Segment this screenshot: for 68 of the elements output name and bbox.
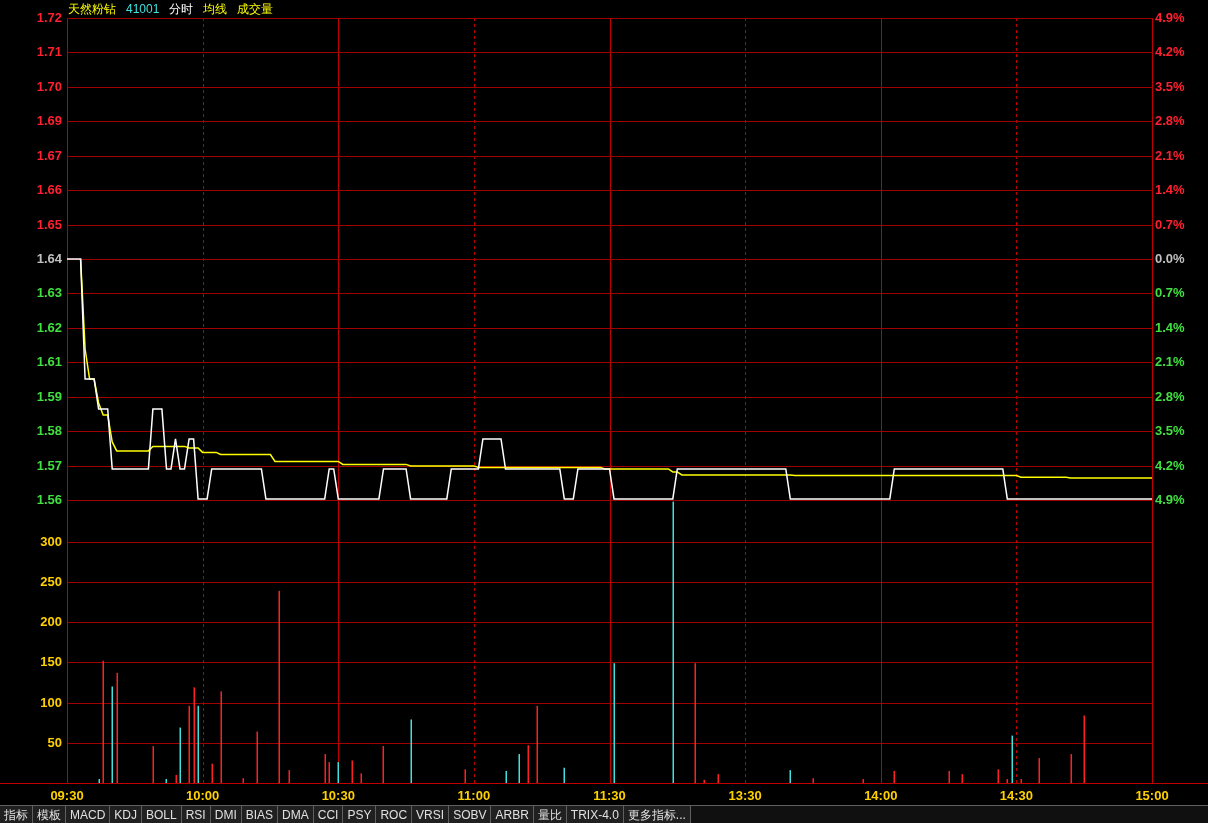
price-axis-label: 1.57 [35,458,62,472]
indicator-tab[interactable]: 指标 [0,806,33,823]
indicator-tab[interactable]: MACD [66,806,111,823]
price-axis-label: 1.69 [35,114,62,128]
percent-axis-label: 3.5% [1155,79,1185,93]
chart-header-text: 成交量 [237,3,274,15]
indicator-tab[interactable]: BOLL [142,806,182,823]
volume-axis-label: 250 [39,575,62,588]
price-axis-label: 1.58 [35,424,62,438]
percent-axis-label: 4.9% [1155,493,1185,506]
indicator-tab[interactable]: ROC [376,806,413,823]
indicator-tab[interactable]: SOBV [449,806,492,823]
time-axis-label: 10:00 [185,789,221,802]
indicator-tab[interactable]: BIAS [241,806,279,823]
time-axis-label: 15:00 [1134,789,1170,802]
percent-axis-label: 0.0% [1155,252,1185,265]
indicator-tab[interactable]: ARBR [491,806,534,823]
time-axis-label: 11:30 [592,789,627,802]
price-axis-label: 1.71 [35,45,62,59]
chart-header-text: 均线 [203,3,228,15]
price-axis-label: 1.67 [35,148,62,162]
percent-axis-label: 1.4% [1155,183,1185,197]
time-axis-label: 11:00 [456,789,492,802]
price-axis-label: 1.64 [35,252,62,265]
chart-header-text: 天然粉钻 [68,3,116,15]
indicator-tab[interactable]: 更多指标... [623,806,691,823]
chart-header-text: 41001 [126,3,160,15]
time-axis-label: 14:00 [863,789,899,802]
price-axis-label: 1.70 [35,79,62,93]
price-axis-label: 1.62 [35,320,62,334]
volume-axis-label: 200 [39,615,62,629]
percent-axis-label: 1.4% [1155,320,1185,334]
percent-axis-label: 4.9% [1155,11,1185,24]
indicator-tab[interactable]: 量比 [533,806,567,823]
price-axis-label: 1.63 [35,286,62,300]
percent-axis-label: 0.7% [1155,217,1185,231]
price-axis-label: 1.72 [35,11,62,24]
indicator-tab[interactable]: CCI [313,806,344,823]
price-axis-label: 1.59 [35,389,62,403]
percent-axis-label: 2.8% [1155,114,1185,128]
price-axis-label: 1.65 [35,217,62,231]
indicator-tab[interactable]: PSY [343,806,377,823]
indicator-tab[interactable]: DMA [278,806,314,823]
percent-axis-label: 2.8% [1155,389,1185,403]
percent-axis-label: 0.7% [1155,286,1185,300]
indicator-tab[interactable]: TRIX-4.0 [566,806,624,823]
indicator-tab[interactable]: KDJ [110,806,142,823]
percent-axis-label: 2.1% [1155,148,1185,162]
indicator-tab[interactable]: VRSI [412,806,450,823]
indicator-tab[interactable]: 模板 [33,806,66,823]
price-axis-label: 1.66 [35,183,62,197]
time-axis-label: 10:30 [320,789,356,802]
price-axis-label: 1.61 [35,355,62,369]
percent-axis-label: 4.2% [1155,45,1185,59]
indicator-tab[interactable]: RSI [181,806,211,823]
indicator-tab[interactable]: DMI [210,806,242,823]
volume-axis-label: 150 [39,655,62,669]
percent-axis-label: 2.1% [1155,355,1185,369]
volume-axis-label: 50 [46,735,62,749]
volume-axis-label: 100 [39,695,62,709]
percent-axis-label: 3.5% [1155,424,1185,438]
percent-axis-label: 4.2% [1155,458,1185,472]
volume-axis-label: 300 [39,534,62,548]
price-axis-label: 1.56 [35,493,62,506]
time-axis-label: 13:30 [727,789,763,802]
chart-header-text: 分时 [169,3,194,15]
time-axis-label: 14:30 [998,789,1034,802]
time-axis-label: 09:30 [49,789,85,802]
